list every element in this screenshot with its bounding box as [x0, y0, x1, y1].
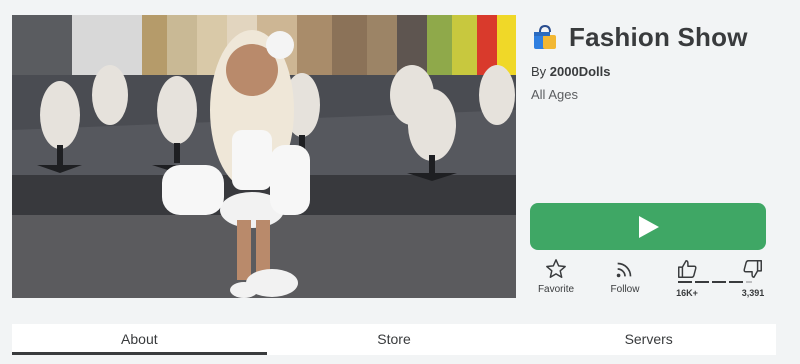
- follow-label: Follow: [610, 284, 640, 295]
- tab-bar: About Store Servers: [12, 324, 776, 355]
- tab-store[interactable]: Store: [267, 324, 522, 355]
- upvote-count: 16K+: [676, 288, 698, 298]
- play-button[interactable]: [530, 203, 766, 250]
- downvote-button[interactable]: 3,391: [736, 258, 770, 298]
- follow-signal-icon: [616, 262, 632, 278]
- favorite-label: Favorite: [537, 284, 575, 295]
- tab-servers[interactable]: Servers: [521, 324, 776, 355]
- creator-line: By 2000Dolls: [531, 64, 767, 79]
- play-icon: [639, 215, 659, 238]
- creator-link[interactable]: 2000Dolls: [550, 64, 611, 79]
- favorite-button[interactable]: Favorite: [526, 258, 586, 295]
- thumbs-up-icon: [678, 260, 697, 278]
- tab-about[interactable]: About: [12, 324, 267, 355]
- thumbnail-scene: [12, 15, 516, 298]
- downvote-count: 3,391: [741, 288, 765, 298]
- game-title: Fashion Show: [569, 21, 748, 52]
- thumbs-down-icon: [743, 260, 762, 278]
- game-thumbnail: [12, 15, 516, 298]
- game-details: Fashion Show By 2000Dolls All Ages: [531, 18, 767, 103]
- age-rating: All Ages: [531, 87, 578, 102]
- star-icon: [546, 259, 566, 278]
- action-row: Favorite Follow 16K+ 3,391: [530, 258, 766, 298]
- upvote-button[interactable]: 16K+: [673, 258, 701, 298]
- shopping-bag-icon: [534, 24, 556, 49]
- follow-button[interactable]: Follow: [595, 258, 655, 295]
- creator-prefix: By: [531, 64, 547, 79]
- title-row: Fashion Show: [531, 18, 767, 56]
